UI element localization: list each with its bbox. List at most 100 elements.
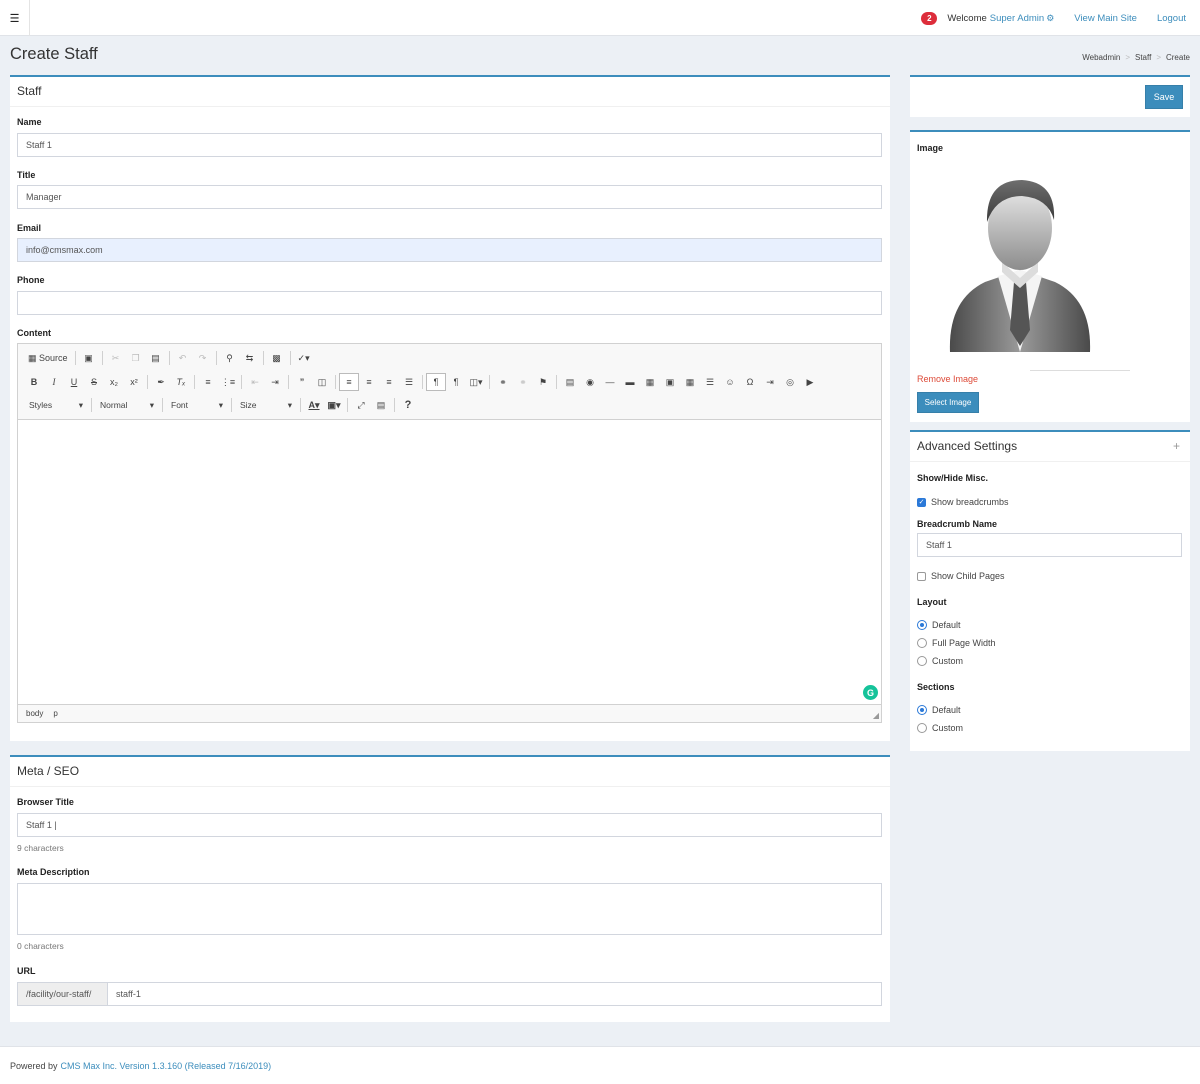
layout-full-page-radio[interactable] [917,638,927,648]
hamburger-menu-icon[interactable]: ☰ [0,0,30,36]
name-input[interactable]: Staff 1 [17,133,882,157]
spellcheck-icon[interactable]: ✓▾ [294,349,314,367]
show-breadcrumbs-option[interactable]: ✓ Show breadcrumbs [917,497,1009,507]
sections-option-default[interactable]: Default [917,705,961,715]
user-menu-link[interactable]: Super Admin [990,13,1044,24]
align-left-icon[interactable]: ≡ [339,373,359,391]
div-container-icon[interactable]: ◫ [312,373,332,391]
resize-handle-icon[interactable]: ◢ [873,711,879,720]
sections-default-radio[interactable] [917,705,927,715]
breadcrumb-webadmin[interactable]: Webadmin [1082,53,1120,62]
iframe-icon[interactable]: ⇥ [760,373,780,391]
show-child-pages-label: Show Child Pages [931,571,1005,581]
sections-custom-radio[interactable] [917,723,927,733]
element-path-p[interactable]: p [53,709,57,718]
title-input[interactable]: Manager [17,185,882,209]
indent-icon[interactable]: ⇥ [265,373,285,391]
bold-icon[interactable]: B [24,373,44,391]
logout-link[interactable]: Logout [1157,13,1186,24]
source-button[interactable]: ▦ Source [24,349,72,367]
layout-custom-radio[interactable] [917,656,927,666]
align-center-icon[interactable]: ≡ [359,373,379,391]
smiley-icon[interactable]: ☺ [720,373,740,391]
styles-dropdown[interactable]: Styles ▾ [24,396,88,414]
maximize-icon[interactable]: ⤢ [351,396,371,414]
view-main-site-link[interactable]: View Main Site [1074,13,1137,24]
underline-icon[interactable]: U [64,373,84,391]
subscript-icon[interactable]: x₂ [104,373,124,391]
text-direction-ltr-icon[interactable]: ¶ [426,373,446,391]
show-breadcrumbs-checkbox[interactable]: ✓ [917,497,926,507]
blockquote-icon[interactable]: ” [292,373,312,391]
layout-option-full-page[interactable]: Full Page Width [917,638,996,648]
language-icon[interactable]: ◫▾ [466,373,486,391]
show-child-pages-checkbox[interactable] [917,571,926,581]
element-path-body[interactable]: body [26,709,43,718]
link-icon[interactable]: ⚭ [493,373,513,391]
editor-content-area[interactable] [18,421,881,705]
youtube-icon[interactable]: ▶ [800,373,820,391]
breadcrumb-staff[interactable]: Staff [1135,53,1151,62]
layout-option-default[interactable]: Default [917,620,961,630]
remove-image-link[interactable]: Remove Image [917,374,978,384]
notification-badge[interactable]: 2 [921,11,938,25]
find-icon[interactable]: ⚲ [220,349,240,367]
undo-icon[interactable]: ↶ [173,349,193,367]
italic-icon[interactable]: I [44,373,64,391]
text-color-icon[interactable]: A▾ [304,396,324,414]
size-dropdown[interactable]: Size ▾ [235,396,297,414]
layout-option-custom[interactable]: Custom [917,656,963,666]
background-color-icon[interactable]: ▣▾ [324,396,344,414]
phone-input[interactable] [17,291,882,315]
sections-option-custom[interactable]: Custom [917,723,963,733]
browser-title-input[interactable]: Staff 1 | [17,813,882,837]
cut-icon[interactable]: ✂ [106,349,126,367]
numbered-list-icon[interactable]: ≡ [198,373,218,391]
special-block-icon[interactable]: ▬ [620,373,640,391]
toolbar-separator [262,351,264,365]
templates-icon[interactable]: ▣ [79,349,99,367]
email-input[interactable]: info@cmsmax.com [17,238,882,262]
layout-default-radio[interactable] [917,620,927,630]
meta-description-textarea[interactable] [17,883,882,935]
redo-icon[interactable]: ↷ [193,349,213,367]
show-blocks-icon[interactable]: ▤ [371,396,391,414]
font-dropdown[interactable]: Font ▾ [166,396,228,414]
special-char-icon[interactable]: Ω [740,373,760,391]
replace-icon[interactable]: ⇆ [240,349,260,367]
gallery-icon[interactable]: ▣ [660,373,680,391]
globe-icon[interactable]: ◎ [780,373,800,391]
grid-icon[interactable]: ▦ [640,373,660,391]
select-all-icon[interactable]: ▩ [267,349,287,367]
format-dropdown[interactable]: Normal ▾ [95,396,159,414]
remove-format-icon[interactable]: Tₓ [171,373,191,391]
table-icon[interactable]: ▦ [680,373,700,391]
help-icon[interactable]: ? [398,396,418,414]
select-image-button[interactable]: Select Image [917,392,979,413]
grammarly-icon[interactable]: G [863,685,878,700]
unlink-icon[interactable]: ⚭ [513,373,533,391]
copy-icon[interactable]: ❐ [126,349,146,367]
align-right-icon[interactable]: ≡ [379,373,399,391]
horizontal-line-icon[interactable]: ― [600,373,620,391]
page-break-icon[interactable]: ☰ [700,373,720,391]
justify-icon[interactable]: ☰ [399,373,419,391]
text-direction-rtl-icon[interactable]: ¶ [446,373,466,391]
flash-icon[interactable]: ◉ [580,373,600,391]
anchor-flag-icon[interactable]: ⚑ [533,373,553,391]
cms-max-version-link[interactable]: CMS Max Inc. Version 1.3.160 (Released 7… [61,1061,272,1071]
expand-plus-icon[interactable]: + [1173,439,1180,453]
url-slug-input[interactable]: staff-1 [107,982,882,1006]
bulleted-list-icon[interactable]: ⋮≡ [218,373,238,391]
save-button[interactable]: Save [1145,85,1183,109]
breadcrumb-name-input[interactable]: Staff 1 [917,533,1182,557]
advanced-settings-header[interactable]: Advanced Settings + [910,432,1190,462]
superscript-icon[interactable]: x² [124,373,144,391]
show-child-pages-option[interactable]: Show Child Pages [917,571,1005,581]
outdent-icon[interactable]: ⇤ [245,373,265,391]
strikethrough-icon[interactable]: S [84,373,104,391]
gear-icon[interactable]: ⚙ [1046,13,1054,24]
copy-format-icon[interactable]: ✒ [151,373,171,391]
paste-icon[interactable]: ▤ [146,349,166,367]
image-icon[interactable]: ▤ [560,373,580,391]
